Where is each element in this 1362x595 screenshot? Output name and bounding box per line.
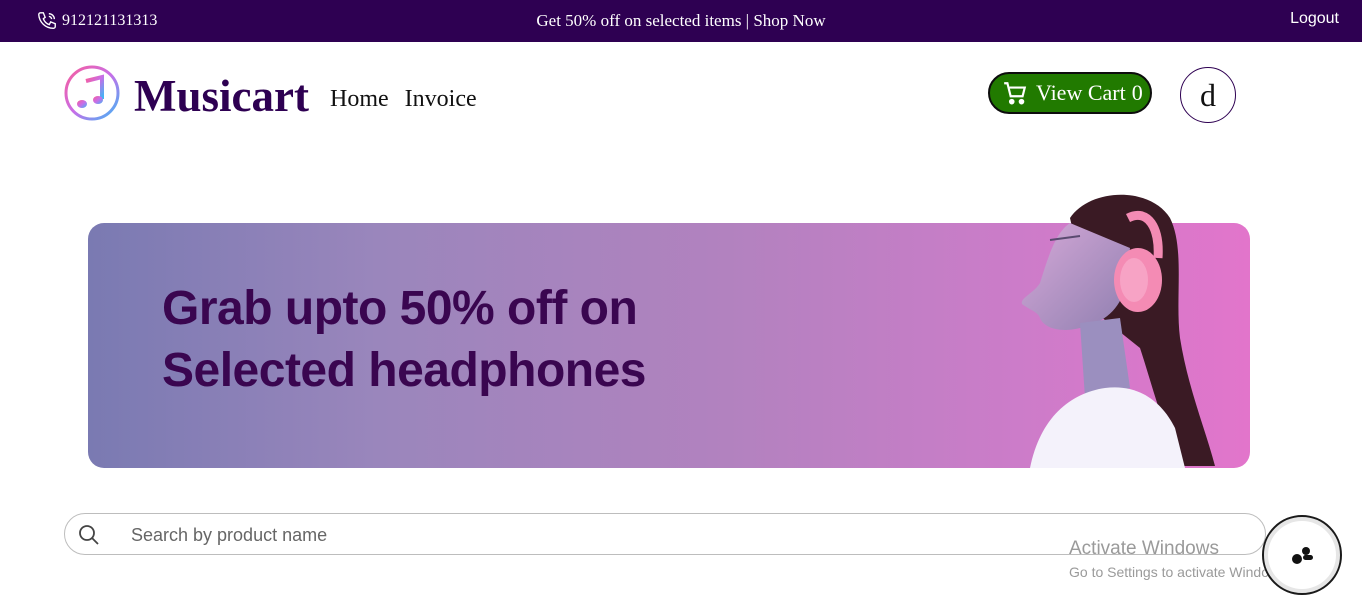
top-announcement-bar: 912121131313 Get 50% off on selected ite… xyxy=(0,0,1362,42)
view-cart-button[interactable]: View Cart 0 xyxy=(988,72,1152,114)
watermark-title: Activate Windows xyxy=(1069,538,1219,559)
search-icon xyxy=(79,525,99,545)
headphone-girl-image xyxy=(1021,194,1215,468)
banner-line-1: Grab upto 50% off on xyxy=(162,282,638,335)
shop-now-link[interactable]: Shop Now xyxy=(753,11,825,30)
banner-line-2: Selected headphones xyxy=(162,344,646,397)
banner-headline: Grab upto 50% off on Selected headphones xyxy=(162,278,646,402)
user-avatar[interactable]: d xyxy=(1180,67,1236,123)
promo-banner-text: Get 50% off on selected items | Shop Now xyxy=(0,10,1362,32)
activate-windows-watermark: Activate Windows Go to Settings to activ… xyxy=(1069,538,1290,582)
cart-icon xyxy=(1004,82,1027,105)
cart-count: 0 xyxy=(1131,80,1143,105)
watermark-subtitle: Go to Settings to activate Windows. xyxy=(1069,564,1290,580)
main-nav: Home Invoice xyxy=(330,86,477,113)
nav-invoice[interactable]: Invoice xyxy=(405,86,477,113)
chat-icon xyxy=(1292,547,1313,564)
view-cart-label: View Cart xyxy=(1036,80,1126,105)
brand-name: Musicart xyxy=(134,71,309,121)
nav-home[interactable]: Home xyxy=(330,86,389,113)
musicart-logo-icon xyxy=(64,65,120,121)
promo-text: Get 50% off on selected items | xyxy=(536,11,754,30)
logout-link[interactable]: Logout xyxy=(1290,10,1339,28)
search-input[interactable] xyxy=(129,522,1233,548)
floating-chat-button[interactable] xyxy=(1262,515,1342,595)
